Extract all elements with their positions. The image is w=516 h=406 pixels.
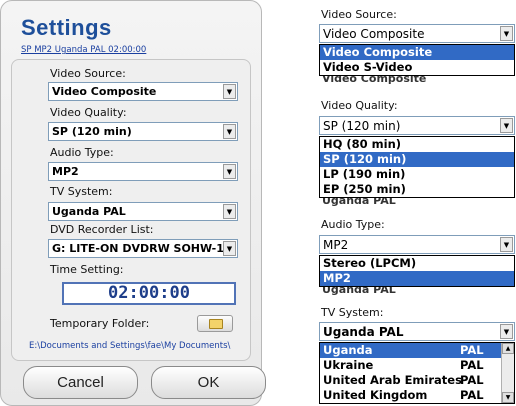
video-quality-value: SP (120 min) [52, 125, 132, 138]
audio-type-value: MP2 [52, 165, 79, 178]
dvd-recorder-select[interactable]: G: LITE-ON DVDRW SOHW-16: ▼ [48, 239, 238, 258]
video-quality-select[interactable]: SP (120 min) ▼ [319, 116, 515, 135]
dvd-recorder-label: DVD Recorder List: [50, 223, 154, 236]
video-quality-value: SP (120 min) [323, 119, 401, 133]
video-source-select[interactable]: Video Composite ▼ [319, 24, 515, 43]
tv-system-select[interactable]: Uganda PAL ▼ [319, 322, 515, 341]
obscured-value: Uganda PAL [319, 287, 515, 296]
tv-system-label: TV System: [50, 185, 113, 198]
video-source-value: Video Composite [323, 27, 425, 41]
time-setting-label: Time Setting: [50, 263, 124, 276]
chevron-down-icon[interactable]: ▼ [500, 26, 513, 41]
country-name: United Arab Emirates [323, 373, 462, 387]
list-item[interactable]: Video S-Video [320, 60, 514, 75]
cancel-button[interactable]: Cancel [23, 366, 138, 399]
video-source-value: Video Composite [52, 85, 157, 98]
chevron-down-icon[interactable]: ▼ [500, 118, 513, 133]
chevron-down-icon[interactable]: ▼ [223, 241, 236, 256]
ok-button[interactable]: OK [151, 366, 266, 399]
time-setting-field[interactable]: 02:00:00 [62, 282, 236, 305]
audio-type-label: Audio Type: [50, 146, 114, 159]
list-item[interactable]: LP (190 min) [320, 167, 514, 182]
list-item[interactable]: SP (120 min) [320, 152, 514, 167]
list-item[interactable]: HQ (80 min) [320, 137, 514, 152]
tv-standard: PAL [460, 373, 484, 387]
settings-title: Settings [21, 15, 112, 40]
list-item[interactable]: Uganda PAL [320, 343, 514, 358]
video-source-label: Video Source: [321, 8, 397, 21]
list-item[interactable]: United Arab Emirates PAL [320, 373, 514, 388]
list-item[interactable]: EP (250 min) [320, 182, 514, 197]
list-item[interactable]: Ukraine PAL [320, 358, 514, 373]
temp-folder-label: Temporary Folder: [50, 317, 150, 330]
audio-type-label: Audio Type: [321, 218, 385, 231]
chevron-down-icon[interactable]: ▼ [223, 84, 236, 99]
dvd-recorder-value: G: LITE-ON DVDRW SOHW-16: [52, 242, 236, 255]
tv-standard: PAL [460, 343, 484, 357]
country-name: Uganda [323, 343, 373, 357]
video-quality-select[interactable]: SP (120 min) ▼ [48, 122, 238, 141]
chevron-down-icon[interactable]: ▼ [500, 324, 513, 339]
audio-type-select[interactable]: MP2 ▼ [48, 162, 238, 181]
video-quality-options: HQ (80 min) SP (120 min) LP (190 min) EP… [319, 136, 515, 198]
audio-type-value: MP2 [323, 238, 349, 252]
video-source-label: Video Source: [50, 67, 126, 80]
tv-standard: PAL [460, 358, 484, 372]
video-source-select[interactable]: Video Composite ▼ [48, 82, 238, 101]
obscured-value: Uganda PAL [319, 198, 515, 207]
scroll-down-icon[interactable]: ▼ [502, 392, 514, 403]
country-name: Ukraine [323, 358, 374, 372]
tv-system-select[interactable]: Uganda PAL ▼ [48, 202, 238, 221]
browse-folder-button[interactable] [197, 315, 233, 332]
list-item[interactable]: Video Composite [320, 45, 514, 60]
chevron-down-icon[interactable]: ▼ [500, 237, 513, 252]
video-source-options: Video Composite Video S-Video [319, 44, 515, 76]
tv-system-options: Uganda PAL Ukraine PAL United Arab Emira… [319, 342, 515, 404]
scrollbar[interactable]: ▲ ▼ [501, 343, 514, 403]
list-item[interactable]: Stereo (LPCM) [320, 256, 514, 271]
video-quality-label: Video Quality: [321, 99, 398, 112]
video-quality-label: Video Quality: [50, 106, 127, 119]
list-item[interactable]: United Kingdom PAL [320, 388, 514, 403]
tv-system-value: Uganda PAL [52, 205, 126, 218]
temp-folder-path: E:\Documents and Settings\fae\My Documen… [29, 341, 231, 351]
obscured-value: Video Composite [319, 76, 515, 85]
chevron-down-icon[interactable]: ▼ [223, 204, 236, 219]
audio-type-options: Stereo (LPCM) MP2 [319, 255, 515, 287]
tv-system-value: Uganda PAL [323, 325, 404, 339]
country-name: United Kingdom [323, 388, 428, 402]
chevron-down-icon[interactable]: ▼ [223, 124, 236, 139]
folder-icon [209, 319, 223, 329]
tv-system-label: TV System: [321, 306, 384, 319]
settings-panel: Settings SP MP2 Uganda PAL 02:00:00 Vide… [0, 0, 266, 406]
tv-standard: PAL [460, 388, 484, 402]
settings-summary: SP MP2 Uganda PAL 02:00:00 [21, 45, 147, 55]
chevron-down-icon[interactable]: ▼ [223, 164, 236, 179]
audio-type-select[interactable]: MP2 ▼ [319, 235, 515, 254]
list-item[interactable]: MP2 [320, 271, 514, 286]
scroll-up-icon[interactable]: ▲ [502, 343, 514, 354]
